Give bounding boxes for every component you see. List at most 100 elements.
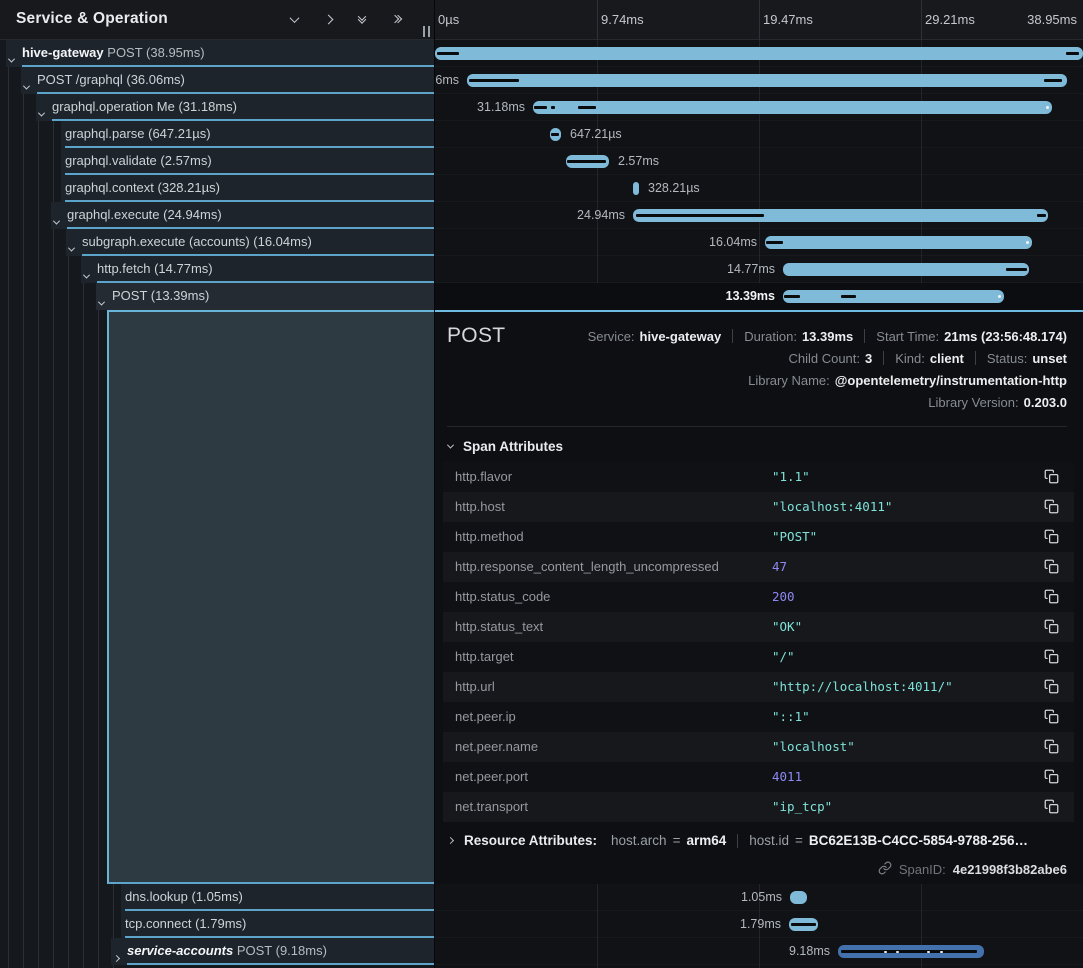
attribute-value: "POST" [772, 529, 817, 544]
collapse-one-icon[interactable] [286, 12, 302, 26]
attribute-row: http.host"localhost:4011" [443, 492, 1074, 522]
span-label: graphql.context (328.21µs) [65, 180, 220, 195]
tree-row[interactable]: service-accounts POST (9.18ms) [0, 938, 434, 965]
attribute-row: http.url "http://localhost:4011/" [443, 672, 1074, 702]
timeline-row: 1.79ms [435, 911, 1083, 938]
timeline-row: 13.39ms [435, 283, 1083, 310]
copy-icon[interactable] [1044, 529, 1060, 545]
tree-row[interactable]: subgraph.execute (accounts) (16.04ms) [0, 229, 434, 256]
span-bar[interactable] [533, 101, 1052, 114]
span-detail-panel: POST Service:hive-gatewayDuration:13.39m… [435, 310, 1083, 884]
span-label: graphql.validate (2.57ms) [65, 153, 212, 168]
timeline-row: 16.04ms [435, 229, 1083, 256]
tree-row[interactable]: graphql.execute (24.94ms) [0, 202, 434, 229]
span-duration-label: 328.21µs [648, 181, 700, 195]
copy-icon[interactable] [1044, 679, 1060, 695]
copy-icon[interactable] [1044, 709, 1060, 725]
tree-row[interactable]: tcp.connect (1.79ms) [0, 911, 434, 938]
copy-icon[interactable] [1044, 589, 1060, 605]
span-end-dot [1046, 106, 1049, 109]
tree-row[interactable]: hive-gateway POST (38.95ms) [0, 40, 434, 67]
attribute-row: http.flavor"1.1" [443, 462, 1074, 492]
link-icon[interactable] [878, 861, 892, 878]
span-bar[interactable] [783, 290, 1004, 303]
collapse-chevron-icon[interactable] [24, 77, 29, 95]
tree-row[interactable]: graphql.operation Me (31.18ms) [0, 94, 434, 121]
span-label: service-accounts POST (9.18ms) [127, 943, 327, 958]
attribute-row: net.peer.port 4011 [443, 762, 1074, 792]
timeline-row: 36.06ms [435, 67, 1083, 94]
resource-attributes-title: Resource Attributes: [464, 833, 597, 848]
span-label: graphql.execute (24.94ms) [67, 207, 222, 222]
tree-row[interactable]: graphql.validate (2.57ms) [0, 148, 434, 175]
collapse-chevron-icon[interactable] [9, 50, 14, 68]
collapse-chevron-icon[interactable] [54, 212, 59, 230]
attribute-key: http.status_text [455, 619, 543, 634]
attribute-value: "localhost" [772, 739, 855, 754]
span-bar[interactable] [783, 263, 1029, 276]
copy-icon[interactable] [1044, 739, 1060, 755]
meta-key: Start Time: [876, 329, 939, 344]
collapse-chevron-icon[interactable] [99, 293, 104, 311]
copy-icon[interactable] [1044, 769, 1060, 785]
span-bar[interactable] [467, 74, 1067, 87]
tree-row[interactable]: dns.lookup (1.05ms) [0, 884, 434, 911]
span-duration-label: 31.18ms [477, 100, 525, 114]
copy-icon[interactable] [1044, 499, 1060, 515]
span-bar[interactable] [633, 182, 639, 195]
copy-icon[interactable] [1044, 799, 1060, 815]
attribute-value: "http://localhost:4011/" [772, 679, 953, 694]
copy-icon[interactable] [1044, 469, 1060, 485]
attribute-key: net.peer.port [455, 769, 528, 784]
expand-one-icon[interactable] [320, 12, 336, 26]
copy-icon[interactable] [1044, 649, 1060, 665]
span-duration-label: 16.04ms [709, 235, 757, 249]
meta-key: Library Name: [748, 373, 830, 388]
copy-icon[interactable] [1044, 619, 1060, 635]
span-duration-label: 13.39ms [726, 289, 775, 303]
panel-resize-handle[interactable] [423, 26, 430, 37]
attribute-key: http.method [455, 529, 524, 544]
collapse-chevron-icon[interactable] [84, 266, 89, 284]
span-bar[interactable] [566, 155, 609, 168]
attribute-key: net.peer.name [455, 739, 538, 754]
span-bar[interactable] [435, 47, 1083, 60]
attribute-key: http.url [455, 679, 495, 694]
span-attributes-toggle[interactable]: Span Attributes [448, 439, 563, 454]
collapse-chevron-icon[interactable] [39, 104, 44, 122]
timeline-row: 328.21µs [435, 175, 1083, 202]
meta-value: client [930, 351, 964, 366]
child-span-mark [636, 214, 764, 217]
copy-icon[interactable] [1044, 559, 1060, 575]
span-bar[interactable] [765, 236, 1032, 249]
span-bar[interactable] [790, 891, 807, 904]
span-bar[interactable] [550, 128, 561, 141]
attribute-value: "::1" [772, 709, 810, 724]
tree-row[interactable]: graphql.parse (647.21µs) [0, 121, 434, 148]
attribute-value: 4011 [772, 769, 802, 784]
span-bar[interactable] [789, 918, 818, 931]
child-span-dot [927, 951, 930, 954]
attribute-row: http.target"/" [443, 642, 1074, 672]
service-name: hive-gateway [22, 45, 104, 60]
tree-row[interactable]: graphql.context (328.21µs) [0, 175, 434, 202]
detail-divider [447, 426, 1067, 427]
meta-key: Child Count: [788, 351, 860, 366]
timeline-row: 9.18ms [435, 938, 1083, 965]
span-bar[interactable] [633, 209, 1048, 222]
expand-chevron-icon[interactable] [114, 948, 119, 966]
span-meta-line: Service:hive-gatewayDuration:13.39msStar… [588, 326, 1067, 346]
tree-row[interactable]: POST (13.39ms) [0, 283, 434, 310]
collapse-chevron-icon[interactable] [69, 239, 74, 257]
meta-key: Service: [588, 329, 635, 344]
span-label: graphql.operation Me (31.18ms) [52, 99, 237, 114]
child-span-mark [534, 106, 547, 109]
collapse-all-icon[interactable] [354, 12, 370, 26]
resource-attributes-toggle[interactable]: Resource Attributes: host.arch=arm64host… [448, 833, 1028, 848]
tree-row[interactable]: POST /graphql (36.06ms) [0, 67, 434, 94]
meta-value: 3 [865, 351, 872, 366]
tree-row[interactable]: http.fetch (14.77ms) [0, 256, 434, 283]
span-id-value: 4e21998f3b82abe6 [953, 862, 1067, 877]
expand-all-icon[interactable] [388, 12, 404, 26]
span-bar[interactable] [838, 945, 984, 958]
